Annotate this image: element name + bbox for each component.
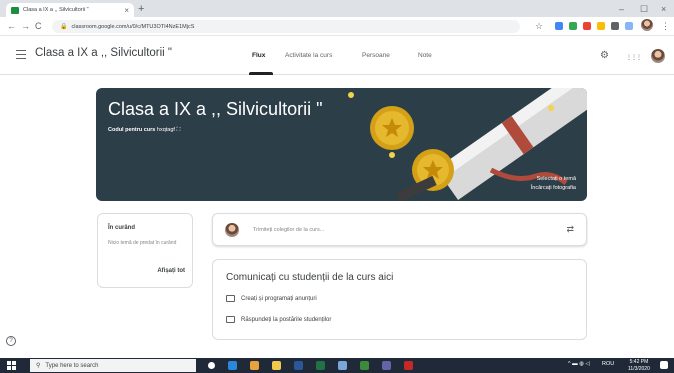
minimize-icon[interactable]: –	[619, 2, 624, 16]
select-theme-link[interactable]: Selectați o temă	[537, 176, 576, 182]
upload-photo-link[interactable]: Încărcați fotografia	[531, 185, 576, 191]
create-announcements-item: Creați și programați anunțuri	[226, 295, 317, 302]
announcement-composer[interactable]: Trimiteți colegilor de la curs... ⇄	[212, 213, 587, 246]
extension-icon[interactable]	[625, 22, 633, 30]
edge-icon[interactable]	[228, 361, 237, 370]
extension-icon[interactable]	[583, 22, 591, 30]
browser-toolbar: ← → C 🔒 classroom.google.com/u/0/c/MTU3O…	[0, 17, 674, 36]
new-tab-icon[interactable]: +	[138, 2, 144, 16]
excel-icon[interactable]	[316, 361, 325, 370]
browser-tab[interactable]: Clasa a IX a ,, Silvicultorii " ×	[6, 3, 134, 17]
language-indicator[interactable]: ROU	[602, 361, 614, 367]
tab-stream[interactable]: Flux	[252, 52, 265, 59]
cortana-icon[interactable]	[208, 362, 215, 369]
class-code-value: hxqtagf	[156, 127, 175, 133]
composer-placeholder[interactable]: Trimiteți colegilor de la curs...	[253, 227, 324, 233]
tab-classwork[interactable]: Activitate la curs	[285, 52, 332, 59]
reload-icon[interactable]: C	[35, 20, 42, 33]
search-icon: ⚲	[36, 363, 41, 369]
account-avatar[interactable]	[651, 49, 665, 63]
extension-icon[interactable]	[569, 22, 577, 30]
file-explorer-icon[interactable]	[272, 361, 281, 370]
store-icon[interactable]	[338, 361, 347, 370]
upcoming-title: În curând	[108, 225, 136, 231]
forward-icon[interactable]: →	[21, 20, 30, 33]
back-icon[interactable]: ←	[7, 20, 16, 33]
browser-tab-title: Clasa a IX a ,, Silvicultorii "	[23, 7, 89, 13]
word-icon[interactable]	[294, 361, 303, 370]
clock-date: 11/3/2020	[628, 365, 650, 372]
user-avatar	[225, 223, 239, 237]
browser-tab-bar: Clasa a IX a ,, Silvicultorii " × + – ☐ …	[0, 0, 674, 17]
window-close-icon[interactable]: ×	[661, 2, 666, 16]
address-url: classroom.google.com/u/0/c/MTU3OTI4NzE1M…	[71, 23, 195, 30]
class-code-label: Codul pentru curs	[108, 127, 156, 133]
active-tab-indicator	[249, 72, 273, 75]
taskbar-clock[interactable]: 5:42 PM 11/3/2020	[628, 359, 650, 372]
hamburger-menu-icon[interactable]	[16, 50, 26, 59]
taskbar-search[interactable]: ⚲ Type here to search	[30, 359, 196, 372]
browser-profile-avatar[interactable]	[641, 19, 653, 31]
class-title[interactable]: Clasa a IX a ,, Silvicultorii "	[35, 47, 172, 59]
class-banner: Clasa a IX a ,, Silvicultorii " Codul pe…	[96, 88, 587, 201]
announcement-icon	[226, 295, 235, 302]
fullscreen-icon[interactable]: ⛶	[176, 127, 180, 133]
tab-grades[interactable]: Note	[418, 52, 432, 59]
tab-close-icon[interactable]: ×	[124, 6, 129, 15]
chrome-icon[interactable]	[250, 361, 259, 370]
windows-taskbar: ⚲ Type here to search ^ ▬ ◍ ◁ ROU 5:42 P…	[0, 358, 674, 373]
tab-people[interactable]: Persoane	[362, 52, 390, 59]
classroom-favicon-icon	[11, 6, 19, 14]
banner-class-title: Clasa a IX a ,, Silvicultorii "	[108, 99, 323, 119]
browser-menu-icon[interactable]: ⋮	[661, 20, 670, 33]
clock-time: 5:42 PM	[629, 359, 649, 365]
extension-icon[interactable]	[597, 22, 605, 30]
acrobat-icon[interactable]	[404, 361, 413, 370]
communicate-card: Comunicați cu studenții de la curs aici …	[212, 259, 587, 340]
photos-icon[interactable]	[360, 361, 369, 370]
class-code: Codul pentru curs hxqtagf ⛶	[108, 127, 180, 134]
help-icon[interactable]: ?	[6, 336, 16, 346]
notification-icon[interactable]	[660, 361, 668, 369]
reply-posts-icon	[226, 316, 235, 323]
classroom-header: Clasa a IX a ,, Silvicultorii " Flux Act…	[0, 37, 674, 75]
teams-icon[interactable]	[382, 361, 391, 370]
windows-start-icon[interactable]	[7, 361, 16, 370]
upcoming-empty-text: Nicio temă de predat în curând	[108, 240, 177, 246]
respond-posts-item: Răspundeți la postările studenților	[226, 316, 331, 323]
bookmark-star-icon[interactable]: ☆	[535, 20, 543, 33]
respond-posts-text: Răspundeți la postările studenților	[241, 316, 332, 323]
maximize-icon[interactable]: ☐	[640, 2, 648, 16]
repost-icon[interactable]: ⇄	[566, 224, 574, 235]
tray-icons[interactable]: ^ ▬ ◍ ◁	[568, 361, 590, 367]
apps-grid-icon[interactable]: ⋮⋮⋮	[626, 53, 642, 63]
settings-gear-icon[interactable]: ⚙	[600, 51, 609, 61]
extension-icon[interactable]	[555, 22, 563, 30]
upcoming-card: În curând Nicio temă de predat în curând…	[97, 213, 193, 288]
communicate-title: Comunicați cu studenții de la curs aici	[226, 272, 394, 283]
address-bar[interactable]: 🔒 classroom.google.com/u/0/c/MTU3OTI4NzE…	[52, 20, 520, 33]
taskbar-search-placeholder: Type here to search	[45, 362, 99, 369]
view-all-link[interactable]: Afișați tot	[157, 268, 185, 274]
create-announcements-text: Creați și programați anunțuri	[241, 295, 317, 302]
extensions-puzzle-icon[interactable]	[611, 22, 619, 30]
lock-icon: 🔒	[60, 24, 68, 30]
